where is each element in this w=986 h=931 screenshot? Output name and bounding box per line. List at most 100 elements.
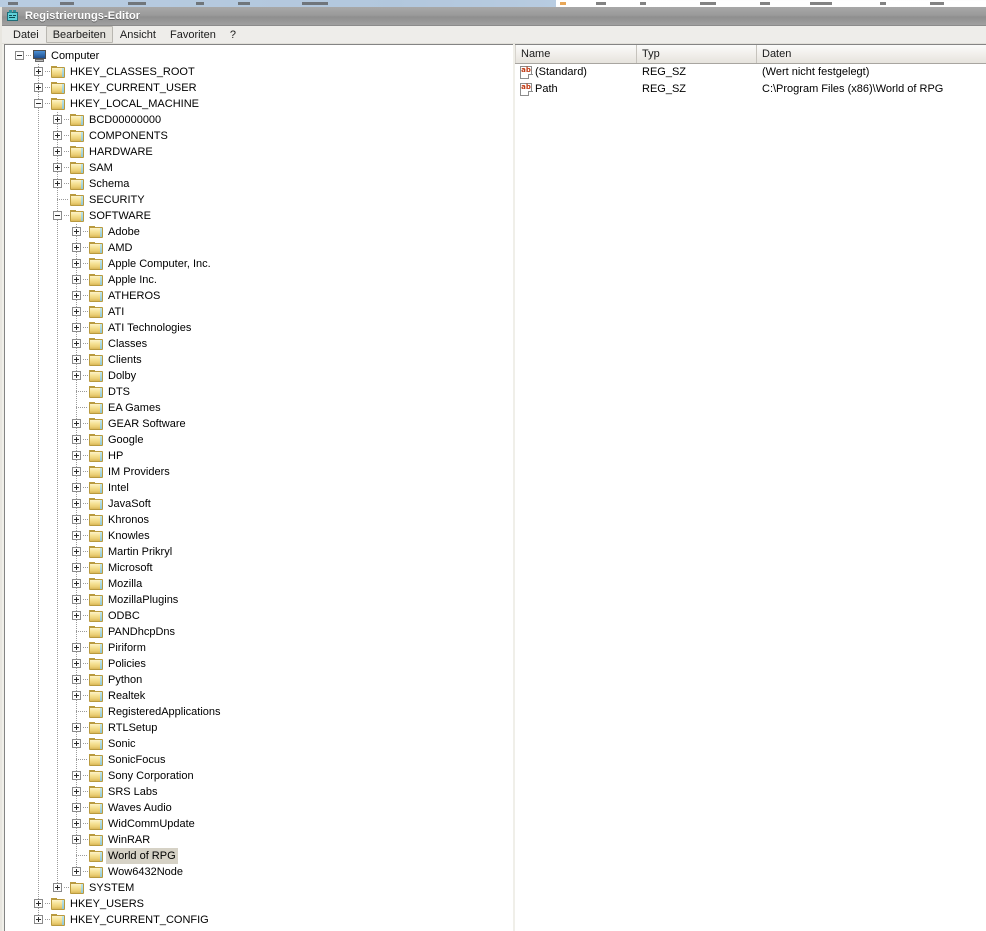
expand-node-icon[interactable]: [72, 323, 81, 332]
tree-item[interactable]: HKEY_LOCAL_MACHINE: [5, 96, 514, 112]
tree-item[interactable]: DTS: [5, 384, 514, 400]
values-column-header[interactable]: Name Typ Daten: [515, 45, 986, 64]
tree-item[interactable]: HKEY_CURRENT_CONFIG: [5, 912, 514, 928]
tree-item[interactable]: HARDWARE: [5, 144, 514, 160]
expand-node-icon[interactable]: [72, 499, 81, 508]
expand-node-icon[interactable]: [53, 163, 62, 172]
tree-item[interactable]: ODBC: [5, 608, 514, 624]
column-header-daten[interactable]: Daten: [757, 45, 986, 63]
tree-item[interactable]: COMPONENTS: [5, 128, 514, 144]
tree-item[interactable]: Computer: [5, 48, 514, 64]
expand-node-icon[interactable]: [53, 131, 62, 140]
tree-item[interactable]: Classes: [5, 336, 514, 352]
expand-node-icon[interactable]: [72, 227, 81, 236]
tree-item[interactable]: HKEY_CLASSES_ROOT: [5, 64, 514, 80]
expand-node-icon[interactable]: [72, 531, 81, 540]
expand-node-icon[interactable]: [72, 259, 81, 268]
tree-item[interactable]: World of RPG: [5, 848, 514, 864]
tree-item[interactable]: ATI: [5, 304, 514, 320]
registry-values-pane[interactable]: Name Typ Daten ab (Standard) REG_SZ (Wert nic…: [515, 44, 986, 931]
column-header-typ[interactable]: Typ: [637, 45, 757, 63]
tree-item[interactable]: Wow6432Node: [5, 864, 514, 880]
expand-node-icon[interactable]: [72, 819, 81, 828]
expand-node-icon[interactable]: [72, 835, 81, 844]
tree-item[interactable]: RTLSetup: [5, 720, 514, 736]
tree-item[interactable]: Piriform: [5, 640, 514, 656]
tree-item[interactable]: SonicFocus: [5, 752, 514, 768]
expand-node-icon[interactable]: [72, 451, 81, 460]
expand-node-icon[interactable]: [72, 643, 81, 652]
collapse-node-icon[interactable]: [53, 211, 62, 220]
expand-node-icon[interactable]: [72, 419, 81, 428]
tree-item[interactable]: Realtek: [5, 688, 514, 704]
expand-node-icon[interactable]: [72, 659, 81, 668]
expand-node-icon[interactable]: [72, 371, 81, 380]
expand-node-icon[interactable]: [53, 883, 62, 892]
tree-item[interactable]: MozillaPlugins: [5, 592, 514, 608]
tree-item[interactable]: Schema: [5, 176, 514, 192]
expand-node-icon[interactable]: [72, 611, 81, 620]
expand-node-icon[interactable]: [72, 595, 81, 604]
expand-node-icon[interactable]: [72, 483, 81, 492]
tree-item[interactable]: Sony Corporation: [5, 768, 514, 784]
tree-item[interactable]: HKEY_USERS: [5, 896, 514, 912]
collapse-node-icon[interactable]: [15, 51, 24, 60]
expand-node-icon[interactable]: [72, 291, 81, 300]
tree-item[interactable]: Khronos: [5, 512, 514, 528]
expand-node-icon[interactable]: [72, 515, 81, 524]
tree-item[interactable]: Adobe: [5, 224, 514, 240]
expand-node-icon[interactable]: [72, 675, 81, 684]
tree-item[interactable]: Apple Inc.: [5, 272, 514, 288]
expand-node-icon[interactable]: [72, 355, 81, 364]
expand-node-icon[interactable]: [34, 899, 43, 908]
tree-item[interactable]: PANDhcpDns: [5, 624, 514, 640]
tree-item[interactable]: SOFTWARE: [5, 208, 514, 224]
tree-item[interactable]: IM Providers: [5, 464, 514, 480]
expand-node-icon[interactable]: [72, 723, 81, 732]
expand-node-icon[interactable]: [72, 243, 81, 252]
expand-node-icon[interactable]: [72, 739, 81, 748]
expand-node-icon[interactable]: [34, 83, 43, 92]
menu-datei[interactable]: Datei: [6, 26, 46, 43]
menu-favoriten[interactable]: Favoriten: [163, 26, 223, 43]
expand-node-icon[interactable]: [72, 339, 81, 348]
tree-item[interactable]: EA Games: [5, 400, 514, 416]
expand-node-icon[interactable]: [72, 435, 81, 444]
expand-node-icon[interactable]: [72, 563, 81, 572]
tree-item[interactable]: Martin Prikryl: [5, 544, 514, 560]
tree-item[interactable]: HKEY_CURRENT_USER: [5, 80, 514, 96]
tree-item[interactable]: HP: [5, 448, 514, 464]
tree-item[interactable]: Policies: [5, 656, 514, 672]
expand-node-icon[interactable]: [72, 579, 81, 588]
expand-node-icon[interactable]: [72, 547, 81, 556]
tree-item[interactable]: Knowles: [5, 528, 514, 544]
expand-node-icon[interactable]: [34, 915, 43, 924]
tree-item[interactable]: WinRAR: [5, 832, 514, 848]
expand-node-icon[interactable]: [72, 787, 81, 796]
tree-item[interactable]: SRS Labs: [5, 784, 514, 800]
tree-item[interactable]: Microsoft: [5, 560, 514, 576]
tree-item[interactable]: Google: [5, 432, 514, 448]
tree-item[interactable]: Apple Computer, Inc.: [5, 256, 514, 272]
expand-node-icon[interactable]: [72, 803, 81, 812]
tree-item[interactable]: SAM: [5, 160, 514, 176]
tree-item[interactable]: ATHEROS: [5, 288, 514, 304]
tree-item[interactable]: JavaSoft: [5, 496, 514, 512]
tree-item[interactable]: Mozilla: [5, 576, 514, 592]
tree-item[interactable]: AMD: [5, 240, 514, 256]
menu-help[interactable]: ?: [223, 26, 243, 43]
column-header-name[interactable]: Name: [515, 45, 637, 63]
expand-node-icon[interactable]: [53, 147, 62, 156]
expand-node-icon[interactable]: [53, 179, 62, 188]
registry-tree-pane[interactable]: Computer HKEY_CLASSES_ROOT HKEY_CURRENT_US…: [4, 44, 514, 931]
tree-item[interactable]: Python: [5, 672, 514, 688]
tree-item[interactable]: ATI Technologies: [5, 320, 514, 336]
table-row[interactable]: ab Path REG_SZ C:\Program Files (x86)\World…: [515, 81, 986, 98]
menu-ansicht[interactable]: Ansicht: [113, 26, 163, 43]
expand-node-icon[interactable]: [53, 115, 62, 124]
tree-item[interactable]: Clients: [5, 352, 514, 368]
expand-node-icon[interactable]: [72, 771, 81, 780]
expand-node-icon[interactable]: [34, 67, 43, 76]
tree-item[interactable]: SYSTEM: [5, 880, 514, 896]
tree-item[interactable]: Intel: [5, 480, 514, 496]
